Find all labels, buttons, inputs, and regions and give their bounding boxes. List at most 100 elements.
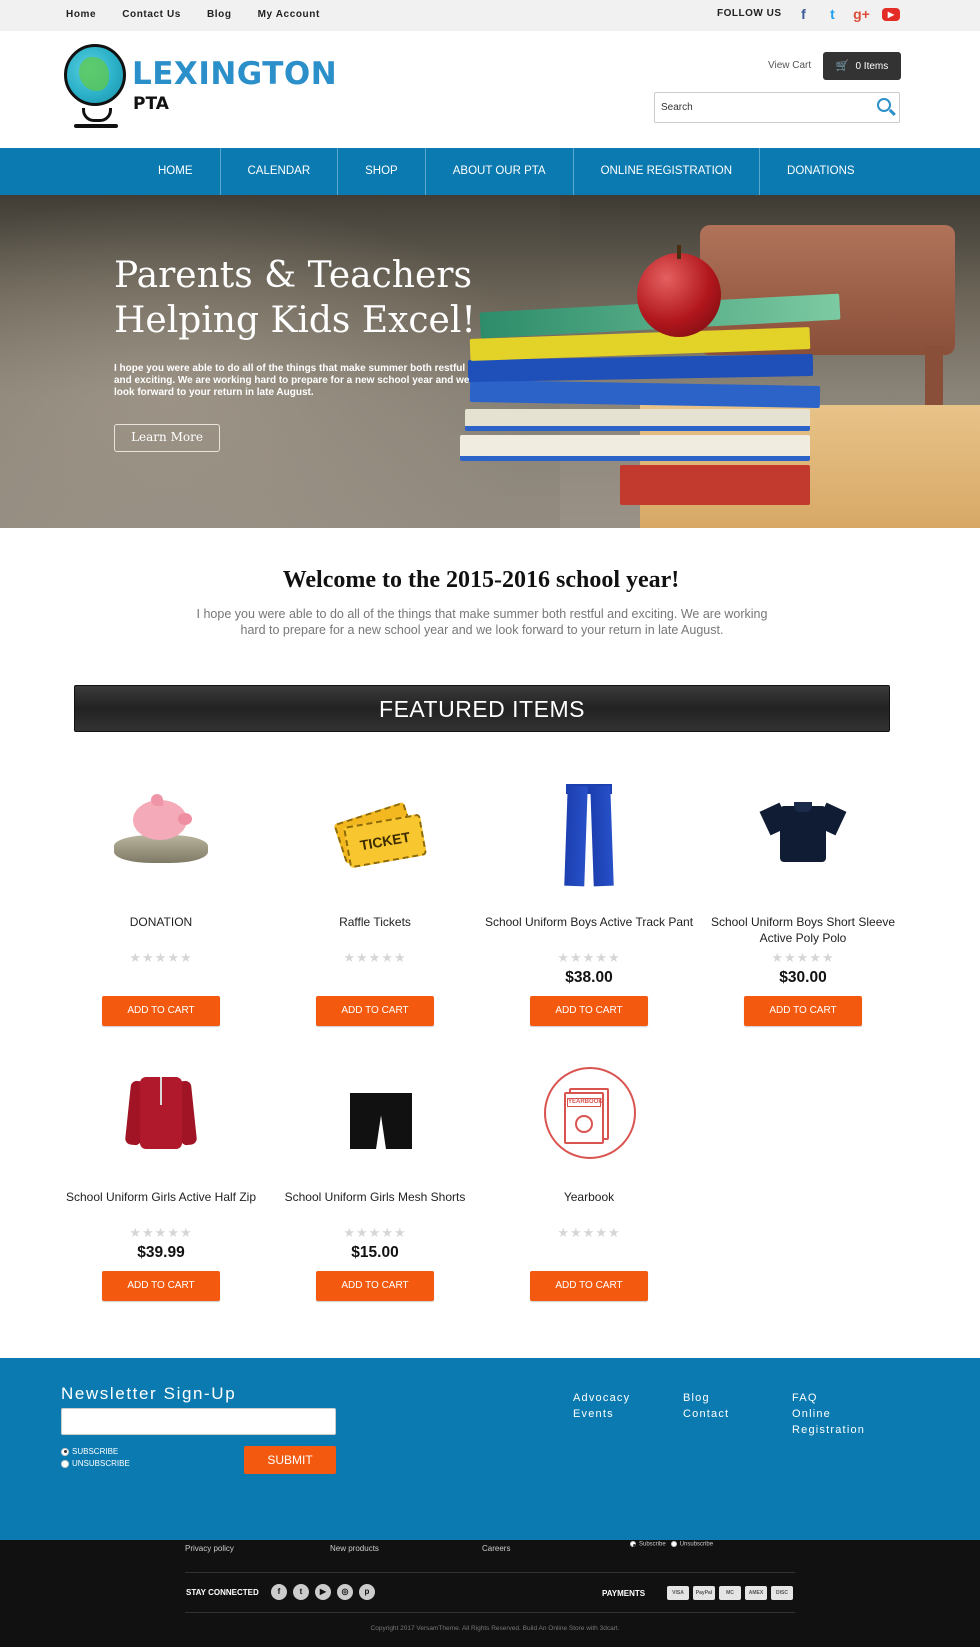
product-name[interactable]: Yearbook [482,1189,696,1221]
pinterest-icon[interactable]: p [359,1584,375,1600]
search-icon[interactable] [877,98,891,112]
product-card-yearbook: YEARBOOK Yearbook ★★★★★ ADD TO CART [482,1057,696,1301]
google-plus-icon[interactable]: g+ [853,6,870,23]
top-link-blog[interactable]: Blog [207,9,232,20]
instagram-icon[interactable]: ◎ [337,1584,353,1600]
apple-image [637,253,721,337]
logo-title: LEXINGTON [132,56,338,92]
logo-subtitle: PTA [133,94,169,114]
top-link-contact-us[interactable]: Contact Us [122,9,181,20]
product-card-raffle-tickets: TICKET Raffle Tickets ★★★★★ ADD TO CART [268,780,482,1026]
amex-icon: AMEX [745,1586,767,1600]
newsletter-email-input[interactable] [61,1408,336,1435]
add-to-cart-button[interactable]: ADD TO CART [316,996,434,1026]
book-image [620,465,810,505]
half-zip-icon[interactable] [106,1057,216,1167]
stay-connected-label: STAY CONNECTED [186,1588,259,1597]
footer-link-registration[interactable]: Registration [792,1422,865,1438]
social-links: f t g+ ▶ [795,6,900,23]
footer-link-contact[interactable]: Contact [683,1406,729,1422]
footer-link-advocacy[interactable]: Advocacy [573,1390,630,1406]
product-card-mesh-shorts: School Uniform Girls Mesh Shorts ★★★★★ $… [268,1057,482,1301]
product-name[interactable]: School Uniform Girls Active Half Zip [54,1189,268,1221]
nav-item-donations[interactable]: DONATIONS [760,148,882,195]
payments-label: PAYMENTS [602,1589,646,1598]
footer-link-careers[interactable]: Careers [482,1544,510,1553]
add-to-cart-button[interactable]: ADD TO CART [102,1271,220,1301]
book-image [460,435,810,461]
view-cart-link[interactable]: View Cart [768,60,811,71]
footer-link-privacy[interactable]: Privacy policy [185,1544,234,1553]
featured-items-title: FEATURED ITEMS [379,696,585,722]
footer-col-1: Advocacy Events [573,1390,630,1422]
footer-unsubscribe-label: Unsubscribe [679,1541,714,1548]
product-name[interactable]: Raffle Tickets [268,914,482,946]
main-nav: HOME CALENDAR SHOP ABOUT OUR PTA ONLINE … [0,148,980,195]
facebook-icon[interactable]: f [271,1584,287,1600]
footer-link-online[interactable]: Online [792,1406,865,1422]
hero-title: Parents & Teachers Helping Kids Excel! [114,253,476,343]
featured-items-banner: FEATURED ITEMS [74,685,890,732]
product-card-donation: DONATION ★★★★★ ADD TO CART [54,780,268,1026]
top-link-home[interactable]: Home [66,9,96,20]
nav-item-about[interactable]: ABOUT OUR PTA [426,148,574,195]
twitter-icon[interactable]: t [293,1584,309,1600]
product-name[interactable]: School Uniform Boys Short Sleeve Active … [696,914,910,946]
footer-subscribe-radio[interactable] [630,1541,636,1547]
youtube-icon[interactable]: ▶ [882,8,900,21]
subscribe-label: SUBSCRIBE [72,1447,119,1456]
unsubscribe-radio[interactable] [61,1459,69,1468]
globe-stand [82,108,112,122]
search-input[interactable] [655,93,855,122]
product-price [54,966,268,990]
shorts-icon[interactable] [320,1057,430,1167]
add-to-cart-button[interactable]: ADD TO CART [316,1271,434,1301]
youtube-icon[interactable]: ▶ [315,1584,331,1600]
twitter-icon[interactable]: t [824,6,841,23]
search-box [654,92,900,123]
cart-button[interactable]: 🛒 0 Items [823,52,901,80]
add-to-cart-button[interactable]: ADD TO CART [530,996,648,1026]
product-rating: ★★★★★ [771,950,835,965]
polo-shirt-icon[interactable] [748,780,858,890]
payment-icons: VISA PayPal MC AMEX DISC [667,1586,793,1600]
top-link-my-account[interactable]: My Account [258,9,320,20]
footer-link-faq[interactable]: FAQ [792,1390,865,1406]
visa-icon: VISA [667,1586,689,1600]
product-rating: ★★★★★ [129,950,193,965]
product-name[interactable]: School Uniform Boys Active Track Pant [482,914,696,946]
nav-item-online-registration[interactable]: ONLINE REGISTRATION [574,148,761,195]
footer-link-events[interactable]: Events [573,1406,630,1422]
add-to-cart-button[interactable]: ADD TO CART [744,996,862,1026]
nav-item-home[interactable]: HOME [131,148,221,195]
product-price [482,1241,696,1265]
footer-link-blog[interactable]: Blog [683,1390,729,1406]
track-pants-icon[interactable] [534,780,644,890]
facebook-icon[interactable]: f [795,6,812,23]
footer-subscribe-options: Subscribe Unsubscribe [630,1541,713,1548]
hero-text: I hope you were able to do all of the th… [114,363,470,398]
nav-item-calendar[interactable]: CALENDAR [221,148,339,195]
paypal-icon: PayPal [693,1586,715,1600]
footer-unsubscribe-radio[interactable] [670,1541,677,1547]
product-card-polo: School Uniform Boys Short Sleeve Active … [696,780,910,1026]
piggy-bank-icon[interactable] [106,780,216,890]
ticket-icon[interactable]: TICKET [320,780,430,890]
subscribe-radio[interactable] [61,1447,69,1456]
discover-icon: DISC [771,1586,793,1600]
nav-item-shop[interactable]: SHOP [338,148,426,195]
add-to-cart-button[interactable]: ADD TO CART [530,1271,648,1301]
submit-button[interactable]: SUBMIT [244,1446,336,1474]
apple-stem [677,245,681,259]
learn-more-button[interactable]: Learn More [114,424,220,452]
product-name[interactable]: DONATION [54,914,268,946]
hero-title-line1: Parents & Teachers [114,255,472,296]
divider [185,1572,795,1573]
yearbook-icon[interactable]: YEARBOOK [534,1057,644,1167]
add-to-cart-button[interactable]: ADD TO CART [102,996,220,1026]
product-name[interactable]: School Uniform Girls Mesh Shorts [268,1189,482,1221]
footer-col-3: FAQ Online Registration [792,1390,865,1438]
footer-link-new-products[interactable]: New products [330,1544,379,1553]
site-logo[interactable]: LEXINGTON PTA [60,42,340,132]
product-price: $15.00 [351,1244,399,1261]
